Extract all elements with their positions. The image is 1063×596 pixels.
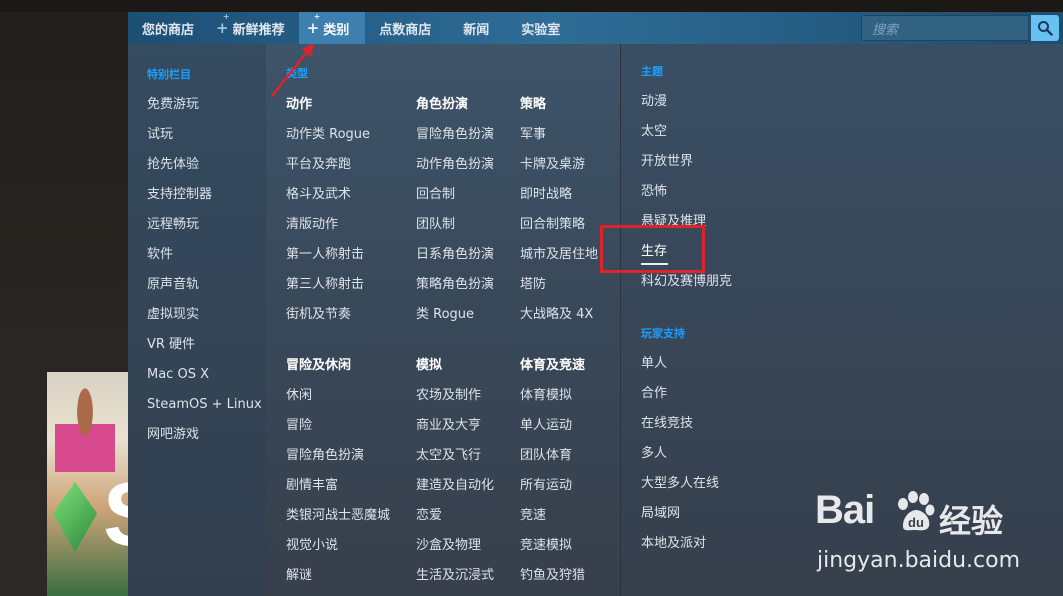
genre-link[interactable]: 沙盒及物理 (416, 538, 481, 554)
player-support-link[interactable]: 局域网 (641, 506, 680, 522)
search-input[interactable]: 搜索 (861, 15, 1029, 41)
genre-link[interactable]: 农场及制作 (416, 388, 481, 404)
genre-link[interactable]: 商业及大亨 (416, 418, 481, 434)
themes-header: 主题 (641, 65, 663, 78)
player-support-link[interactable]: 单人 (641, 356, 667, 372)
plus-icon: + (216, 12, 229, 37)
theme-link[interactable]: 太空 (641, 124, 667, 140)
genre-group-title[interactable]: 模拟 (416, 358, 442, 374)
special-section-link[interactable]: 原声音轨 (147, 277, 199, 293)
genre-link[interactable]: 类银河战士恶魔城 (286, 508, 390, 524)
player-support-link[interactable]: 多人 (641, 446, 667, 462)
theme-link[interactable]: 生存 (641, 244, 667, 260)
genre-link[interactable]: 日系角色扮演 (416, 247, 494, 263)
special-section-link[interactable]: 软件 (147, 247, 173, 263)
genre-link[interactable]: 格斗及武术 (286, 187, 351, 203)
genre-link[interactable]: 塔防 (520, 277, 546, 293)
genre-link[interactable]: 清版动作 (286, 217, 338, 233)
player-support-link[interactable]: 大型多人在线 (641, 476, 719, 492)
categories-dropdown: 特别栏目 免费游玩试玩抢先体验支持控制器远程畅玩软件原声音轨虚拟现实 VR 硬件 M… (128, 44, 1063, 596)
genre-group-title[interactable]: 动作 (286, 97, 312, 113)
theme-link[interactable]: 恐怖 (641, 184, 667, 200)
nav-points-shop[interactable]: 点数商店 (365, 12, 445, 44)
genre-column: 类型 动作动作类 Rogue 平台及奔跑格斗及武术清版动作第一人称射击 第三人称射击… (266, 44, 620, 596)
genre-link[interactable]: 回合制 (416, 187, 455, 203)
special-section-link[interactable]: 支持控制器 (147, 187, 212, 203)
theme-link[interactable]: 科幻及赛博朋克 (641, 274, 732, 290)
player-support-link[interactable]: 合作 (641, 386, 667, 402)
search-button[interactable] (1031, 15, 1059, 41)
store-nav-bar: 您的商店 + 新鲜推荐 + 类别 点数商店 新闻 实验室 搜索 (128, 12, 1063, 44)
genre-link[interactable]: 团队制 (416, 217, 455, 233)
genre-link[interactable]: 即时战略 (520, 187, 572, 203)
genre-link[interactable]: 解谜 (286, 568, 312, 584)
genre-link[interactable]: 回合制策略 (520, 217, 585, 233)
genre-link[interactable]: 冒险角色扮演 (416, 127, 494, 143)
genre-link[interactable]: 生活及沉浸式 (416, 568, 494, 584)
search-icon (1038, 21, 1053, 36)
genre-group-title[interactable]: 策略 (520, 97, 546, 113)
player-support-link[interactable]: 本地及派对 (641, 536, 706, 552)
genre-link[interactable]: 策略角色扮演 (416, 277, 494, 293)
special-sections-column: 特别栏目 免费游玩试玩抢先体验支持控制器远程畅玩软件原声音轨虚拟现实 VR 硬件 M… (128, 44, 266, 596)
nav-news[interactable]: 新闻 (445, 12, 503, 44)
genre-link[interactable]: 城市及居住地 (520, 247, 598, 263)
genre-link[interactable]: 第一人称射击 (286, 247, 364, 263)
genre-link[interactable]: 所有运动 (520, 478, 572, 494)
special-section-link[interactable]: 网吧游戏 (147, 427, 199, 443)
nav-categories[interactable]: + 类别 (298, 12, 366, 44)
special-section-link[interactable]: Mac OS X (147, 367, 209, 383)
special-section-link[interactable]: 远程畅玩 (147, 217, 199, 233)
genre-group-title[interactable]: 体育及竞速 (520, 358, 585, 374)
genre-link[interactable]: 第三人称射击 (286, 277, 364, 293)
desktop-top-strip (0, 0, 1063, 12)
genre-link[interactable]: 冒险 (286, 418, 312, 434)
hover-underline (641, 263, 668, 265)
genre-link[interactable]: 动作类 Rogue (286, 127, 370, 143)
special-section-link[interactable]: 试玩 (147, 127, 173, 143)
genre-link[interactable]: 恋爱 (416, 508, 442, 524)
player-support-link[interactable]: 在线竞技 (641, 416, 693, 432)
nav-your-store[interactable]: 您的商店 (128, 12, 208, 44)
plus-icon: + (307, 12, 320, 37)
genre-link[interactable]: 平台及奔跑 (286, 157, 351, 173)
genre-link[interactable]: 竞速 (520, 508, 546, 524)
genre-link[interactable]: 冒险角色扮演 (286, 448, 364, 464)
genre-link[interactable]: 类 Rogue (416, 307, 474, 323)
themes-column: 主题 动漫太空开放世界恐怖悬疑及推理生存科幻及赛博朋克 玩家支持 单人合作在线竞… (620, 44, 1063, 596)
special-section-link[interactable]: 抢先体验 (147, 157, 199, 173)
theme-link[interactable]: 动漫 (641, 94, 667, 110)
genre-link[interactable]: 休闲 (286, 388, 312, 404)
genre-link[interactable]: 卡牌及桌游 (520, 157, 585, 173)
genre-link[interactable]: 动作角色扮演 (416, 157, 494, 173)
special-sections-header: 特别栏目 (147, 68, 191, 81)
genre-link[interactable]: 剧情丰富 (286, 478, 338, 494)
genre-header: 类型 (286, 67, 308, 80)
genre-group-title[interactable]: 角色扮演 (416, 97, 468, 113)
genre-link[interactable]: 军事 (520, 127, 546, 143)
special-section-link[interactable]: 免费游玩 (147, 97, 199, 113)
genre-link[interactable]: 建造及自动化 (416, 478, 494, 494)
genre-link[interactable]: 竞速模拟 (520, 538, 572, 554)
theme-link[interactable]: 悬疑及推理 (641, 214, 706, 230)
special-section-link[interactable]: SteamOS + Linux (147, 397, 262, 413)
genre-link[interactable]: 大战略及 4X (520, 307, 593, 323)
genre-link[interactable]: 视觉小说 (286, 538, 338, 554)
genre-link[interactable]: 团队体育 (520, 448, 572, 464)
special-section-link[interactable]: 虚拟现实 (147, 307, 199, 323)
player-support-header: 玩家支持 (641, 327, 685, 340)
genre-link[interactable]: 体育模拟 (520, 388, 572, 404)
genre-link[interactable]: 钓鱼及狩猎 (520, 568, 585, 584)
special-section-link[interactable]: VR 硬件 (147, 337, 195, 353)
genre-link[interactable]: 太空及飞行 (416, 448, 481, 464)
nav-labs[interactable]: 实验室 (503, 12, 574, 44)
theme-link[interactable]: 开放世界 (641, 154, 693, 170)
game-capsule-image[interactable]: S (47, 372, 128, 596)
nav-new-noteworthy[interactable]: + 新鲜推荐 (208, 12, 299, 44)
genre-link[interactable]: 街机及节奏 (286, 307, 351, 323)
genre-group-title[interactable]: 冒险及休闲 (286, 358, 351, 374)
genre-link[interactable]: 单人运动 (520, 418, 572, 434)
